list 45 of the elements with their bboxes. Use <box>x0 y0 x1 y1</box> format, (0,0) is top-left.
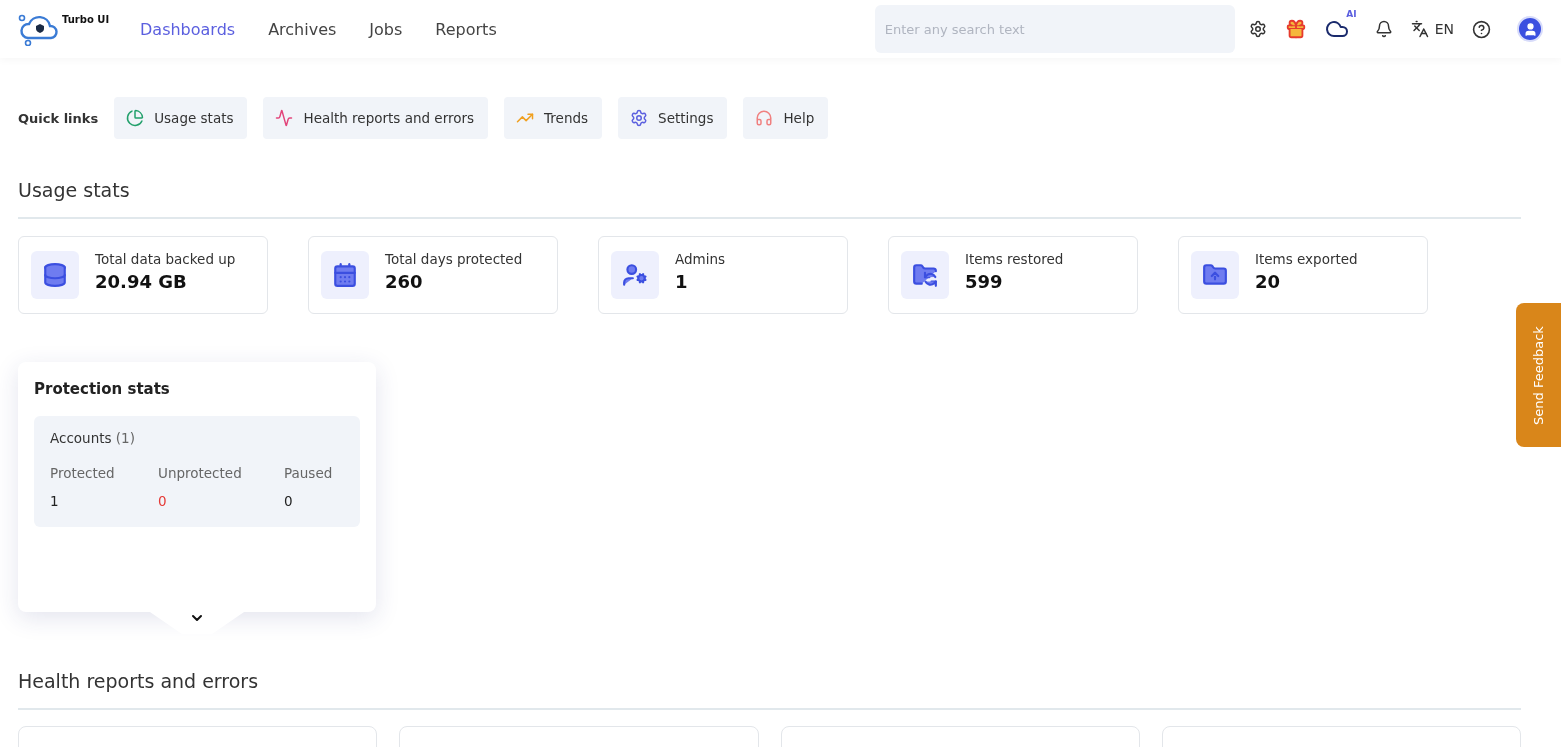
section-heading: Usage stats <box>18 179 1521 219</box>
group-label: Accounts (1) <box>50 430 135 446</box>
column-label: Unprotected <box>158 465 243 481</box>
language-button[interactable]: EN <box>1410 20 1454 38</box>
nav-tab[interactable]: Jobs <box>369 19 403 39</box>
column-label: Protected <box>50 465 116 481</box>
search-field[interactable]: Enter any search text <box>874 5 1235 53</box>
nav-tab[interactable]: Archives <box>268 19 337 39</box>
quick-links-label: Quick links <box>18 110 99 126</box>
user-gear-icon <box>622 262 648 288</box>
ai-label: AI <box>1346 9 1357 19</box>
nav-tab[interactable]: Reports <box>435 19 497 39</box>
stat-label: Total days protected <box>385 250 523 267</box>
column-value: 0 <box>158 493 168 509</box>
stat-value: 599 <box>965 270 1004 292</box>
stat-value: 1 <box>675 270 689 292</box>
avatar-button[interactable] <box>1517 16 1543 42</box>
stat-label: Items restored <box>965 250 1064 267</box>
quick-link-button[interactable]: Settings <box>618 97 728 139</box>
section-heading: Health reports and errors <box>18 670 1521 710</box>
settings-icon[interactable] <box>1248 20 1267 38</box>
stat-label: Total data backed up <box>95 250 236 267</box>
quick-link-button[interactable]: Help <box>743 97 829 139</box>
stat-value: 260 <box>385 270 424 292</box>
logo-text: Turbo UI <box>62 14 110 25</box>
stat-value: 20.94 GB <box>95 270 188 292</box>
bell-icon[interactable] <box>1374 20 1393 38</box>
stat-label: Admins <box>675 250 726 267</box>
database-icon <box>42 262 68 288</box>
folder-sync-icon <box>912 262 938 288</box>
column-label: Paused <box>284 465 334 481</box>
nav-tab[interactable]: Dashboards <box>140 19 236 39</box>
column-value: 0 <box>284 493 294 509</box>
column-value: 1 <box>50 493 60 509</box>
stat-value: 20 <box>1255 270 1282 292</box>
card-title: Protection stats <box>34 380 171 398</box>
user-icon <box>1522 21 1538 37</box>
stat-label: Items exported <box>1255 250 1358 267</box>
help-icon[interactable] <box>1472 19 1491 39</box>
quick-link-button[interactable]: Health reports and errors <box>263 97 489 139</box>
quick-link-button[interactable]: Trends <box>504 97 603 139</box>
gift-icon[interactable] <box>1284 18 1307 40</box>
folder-up-icon <box>1202 262 1228 288</box>
calendar-icon <box>332 262 358 288</box>
quick-link-button[interactable]: Usage stats <box>114 97 248 139</box>
